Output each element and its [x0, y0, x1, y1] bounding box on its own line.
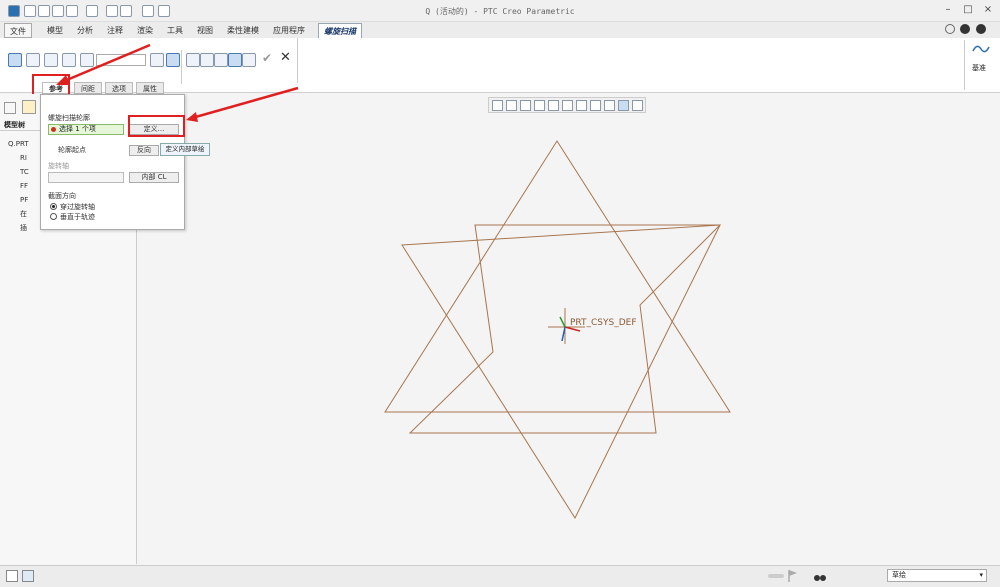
filter-dropdown[interactable]: 草绘 ▾ — [887, 569, 987, 582]
sketch-geometry — [384, 140, 731, 520]
sketch-canvas: PRT_CSYS_DEF — [384, 140, 731, 520]
regen-status-icon — [768, 574, 784, 578]
chevron-down-icon: ▾ — [979, 571, 983, 579]
triangle-down — [401, 224, 721, 520]
status-bar — [0, 565, 1000, 587]
filter-value: 草绘 — [892, 571, 906, 579]
show-browser-icon[interactable] — [22, 570, 34, 582]
triangle-up — [384, 140, 731, 413]
selection-filter-icon[interactable] — [814, 570, 826, 582]
flag-icon — [788, 570, 798, 582]
show-navigator-icon[interactable] — [6, 570, 18, 582]
csys-label: PRT_CSYS_DEF — [570, 318, 637, 328]
